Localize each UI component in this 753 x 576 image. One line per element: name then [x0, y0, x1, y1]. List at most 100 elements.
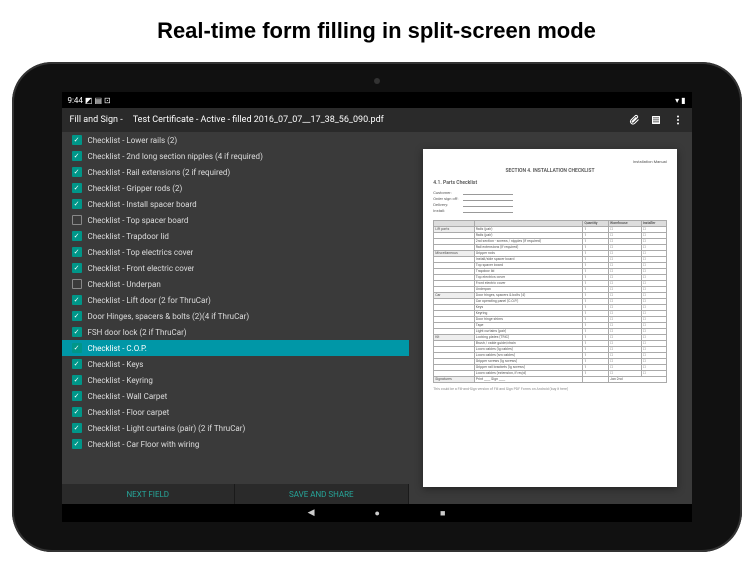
signature-row: SignaturesPrint ____ Sign ____Jan 2nd: [434, 376, 667, 382]
list-item[interactable]: Checklist - Gripper rods (2): [62, 180, 409, 196]
doc-manual-label: Installation Manual: [433, 159, 667, 164]
list-item[interactable]: Checklist - Floor carpet: [62, 404, 409, 420]
checkbox[interactable]: [72, 295, 82, 305]
doc-section-heading: 4.1. Parts Checklist: [433, 180, 667, 186]
checklist-item-label: Checklist - Keyring: [88, 376, 153, 385]
checkbox[interactable]: [72, 247, 82, 257]
checklist-item-label: FSH door lock (2 if ThruCar): [88, 328, 187, 337]
checkbox[interactable]: [72, 343, 82, 353]
list-item[interactable]: Checklist - Front electric cover: [62, 260, 409, 276]
attachment-icon[interactable]: [628, 114, 640, 126]
checklist-item-label: Checklist - Lift door (2 for ThruCar): [88, 296, 211, 305]
checkbox[interactable]: [72, 311, 82, 321]
list-item[interactable]: Checklist - Lower rails (2): [62, 132, 409, 148]
checkbox[interactable]: [72, 263, 82, 273]
doc-title: SECTION 4. INSTALLATION CHECKLIST: [433, 168, 667, 174]
checklist-item-label: Door Hinges, spacers & bolts (2)(4 if Th…: [88, 312, 250, 321]
camera-dot: [374, 78, 380, 84]
battery-icon: ▮: [681, 96, 685, 105]
checklist-item-label: Checklist - Rail extensions (2 if requir…: [88, 168, 231, 177]
checkbox[interactable]: [72, 327, 82, 337]
recents-button[interactable]: ■: [440, 508, 445, 519]
statusbar-right: ▾ ▮: [675, 96, 685, 105]
tablet-frame: 9:44 ◩ ▤ ⊡ ▾ ▮ Fill and Sign - Test Cert…: [12, 62, 742, 552]
checkbox[interactable]: [72, 407, 82, 417]
list-item[interactable]: Door Hinges, spacers & bolts (2)(4 if Th…: [62, 308, 409, 324]
android-navbar: ◀ ● ■: [62, 504, 692, 522]
checkbox[interactable]: [72, 423, 82, 433]
back-button[interactable]: ◀: [308, 508, 315, 518]
doc-footnote: This could be a Fill-and-Sign version of…: [433, 387, 667, 391]
list-item[interactable]: Checklist - 2nd long section nipples (4 …: [62, 148, 409, 164]
checklist-item-label: Checklist - Top electrics cover: [88, 248, 194, 257]
checkbox[interactable]: [72, 391, 82, 401]
checklist-item-label: Checklist - Keys: [88, 360, 144, 369]
doc-field: Install:: [433, 208, 667, 213]
list-item[interactable]: Checklist - C.O.P.: [62, 340, 409, 356]
checklist-item-label: Checklist - Floor carpet: [88, 408, 170, 417]
form-fields-pane: Checklist - Lower rails (2) Checklist - 2…: [62, 132, 409, 504]
checklist-item-label: Checklist - Top spacer board: [88, 216, 189, 225]
wifi-icon: ▾: [675, 96, 679, 105]
list-item[interactable]: Checklist - Install spacer board: [62, 196, 409, 212]
list-item[interactable]: FSH door lock (2 if ThruCar): [62, 324, 409, 340]
checklist-item-label: Checklist - Lower rails (2): [88, 136, 178, 145]
notification-icon: ◩ ▤ ⊡: [85, 96, 111, 105]
checklist-item-label: Checklist - Light curtains (pair) (2 if …: [88, 424, 246, 433]
checkbox[interactable]: [72, 183, 82, 193]
list-item[interactable]: Checklist - Keys: [62, 356, 409, 372]
appbar-actions: [628, 114, 684, 126]
page-view-icon[interactable]: [650, 114, 662, 126]
checkbox[interactable]: [72, 135, 82, 145]
app-name: Fill and Sign -: [70, 115, 123, 125]
home-button[interactable]: ●: [375, 508, 380, 519]
list-item[interactable]: Checklist - Top electrics cover: [62, 244, 409, 260]
checklist-item-label: Checklist - Wall Carpet: [88, 392, 168, 401]
checkbox[interactable]: [72, 439, 82, 449]
doc-field: Order sign off:: [433, 196, 667, 201]
checklist[interactable]: Checklist - Lower rails (2) Checklist - 2…: [62, 132, 409, 484]
list-item[interactable]: Checklist - Keyring: [62, 372, 409, 388]
footer-bar: NEXT FIELD SAVE AND SHARE: [62, 484, 409, 504]
list-item[interactable]: Checklist - Light curtains (pair) (2 if …: [62, 420, 409, 436]
statusbar-left: 9:44 ◩ ▤ ⊡: [68, 96, 111, 105]
split-content: Checklist - Lower rails (2) Checklist - 2…: [62, 132, 692, 504]
doc-field: Customer:: [433, 190, 667, 195]
checkbox[interactable]: [72, 279, 82, 289]
list-item[interactable]: Checklist - Wall Carpet: [62, 388, 409, 404]
doc-field: Delivery:: [433, 202, 667, 207]
overflow-menu-icon[interactable]: [672, 114, 684, 126]
checkbox[interactable]: [72, 359, 82, 369]
doc-info-fields: Customer:Order sign off:Delivery:Install…: [433, 190, 667, 214]
list-item[interactable]: Checklist - Lift door (2 for ThruCar): [62, 292, 409, 308]
checkbox[interactable]: [72, 151, 82, 161]
checklist-item-label: Checklist - Gripper rods (2): [88, 184, 183, 193]
doc-checklist-table: QuantityWarehouseInstallerLift partsRail…: [433, 220, 667, 383]
app-bar: Fill and Sign - Test Certificate - Activ…: [62, 108, 692, 132]
list-item[interactable]: Checklist - Underpan: [62, 276, 409, 292]
checklist-item-label: Checklist - Front electric cover: [88, 264, 195, 273]
list-item[interactable]: Checklist - Top spacer board: [62, 212, 409, 228]
list-item[interactable]: Checklist - Car Floor with wiring: [62, 436, 409, 452]
checkbox[interactable]: [72, 199, 82, 209]
pdf-page: Installation Manual SECTION 4. INSTALLAT…: [423, 149, 677, 487]
save-and-share-button[interactable]: SAVE AND SHARE: [235, 484, 409, 504]
marketing-caption: Real-time form filling in split-screen m…: [157, 18, 596, 44]
checklist-item-label: Checklist - Underpan: [88, 280, 161, 289]
next-field-button[interactable]: NEXT FIELD: [62, 484, 236, 504]
pdf-preview-pane[interactable]: Installation Manual SECTION 4. INSTALLAT…: [409, 132, 692, 504]
checklist-item-label: Checklist - 2nd long section nipples (4 …: [88, 152, 263, 161]
clock: 9:44: [68, 96, 83, 105]
checklist-item-label: Checklist - Install spacer board: [88, 200, 197, 209]
list-item[interactable]: Checklist - Trapdoor lid: [62, 228, 409, 244]
checkbox[interactable]: [72, 215, 82, 225]
checkbox[interactable]: [72, 375, 82, 385]
checkbox[interactable]: [72, 231, 82, 241]
checklist-item-label: Checklist - Trapdoor lid: [88, 232, 169, 241]
android-statusbar: 9:44 ◩ ▤ ⊡ ▾ ▮: [62, 92, 692, 108]
list-item[interactable]: Checklist - Rail extensions (2 if requir…: [62, 164, 409, 180]
checklist-item-label: Checklist - Car Floor with wiring: [88, 440, 200, 449]
checkbox[interactable]: [72, 167, 82, 177]
checklist-item-label: Checklist - C.O.P.: [88, 344, 147, 353]
document-title: Test Certificate - Active - filled 2016_…: [133, 115, 618, 125]
